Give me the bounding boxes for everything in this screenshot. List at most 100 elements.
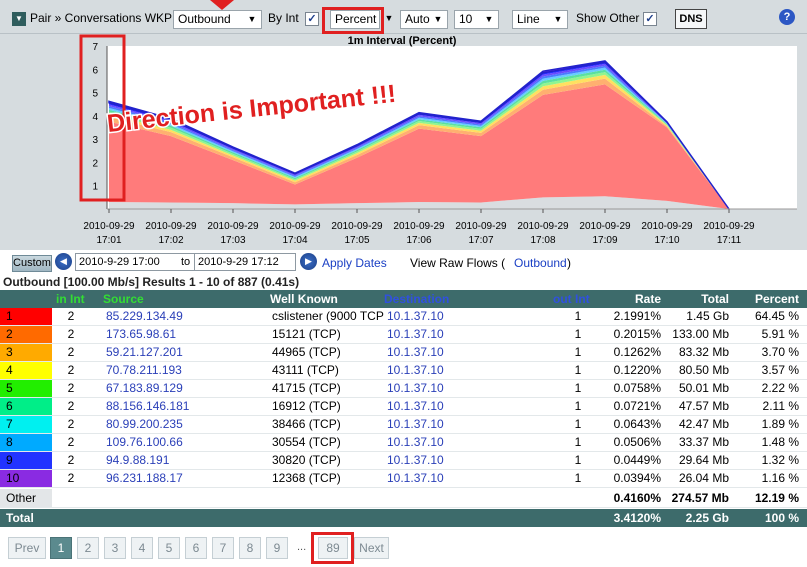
destination-link[interactable]: 10.1.37.10	[387, 470, 444, 487]
x-tick-label: 2010-09-29	[517, 221, 569, 232]
help-icon[interactable]: ?	[779, 9, 795, 25]
source-link[interactable]: 67.183.89.129	[106, 380, 183, 397]
header-out-int[interactable]: out Int	[553, 292, 590, 306]
header-well-known[interactable]: Well Known	[270, 292, 338, 306]
top-n-select[interactable]: 10 ▼	[454, 10, 499, 29]
destination-link[interactable]: 10.1.37.10	[387, 434, 444, 451]
other-label: Other	[0, 489, 52, 507]
page-button[interactable]: 3	[104, 537, 126, 559]
total-cell: 29.64 Mb	[678, 453, 729, 467]
out-int-cell: 1	[574, 363, 582, 377]
dns-button[interactable]: DNS	[675, 9, 707, 29]
in-int-cell: 2	[67, 363, 75, 377]
top-n-select-value: 10	[459, 12, 473, 26]
table-row[interactable]: 1 2 85.229.134.49 cslistener (9000 TCP 10.1.…	[0, 308, 807, 326]
page-button[interactable]: 5	[158, 537, 180, 559]
source-link[interactable]: 109.76.100.66	[106, 434, 183, 451]
total-cell: 26.04 Mb	[678, 471, 729, 485]
next-arrow-icon[interactable]: ▶	[300, 253, 317, 270]
table-row[interactable]: 6 2 88.156.146.181 16912 (TCP) 10.1.37.10 1 0.…	[0, 398, 807, 416]
table-row[interactable]: 5 2 67.183.89.129 41715 (TCP) 10.1.37.10 1 0.0…	[0, 380, 807, 398]
total-cell: 47.57 Mb	[678, 399, 729, 413]
rate-cell: 0.1262%	[613, 345, 661, 359]
source-link[interactable]: 88.156.146.181	[106, 398, 189, 415]
chart-style-select[interactable]: Line ▼	[512, 10, 568, 29]
page-button[interactable]: 2	[77, 537, 99, 559]
total-cell: 42.47 Mb	[678, 417, 729, 431]
y-tick-label: 2	[92, 158, 98, 169]
pagination: Prev 123456789 ... 89 Next	[0, 527, 807, 567]
table-row[interactable]: 4 2 70.78.211.193 43111 (TCP) 10.1.37.10 1 0.1…	[0, 362, 807, 380]
header-rate[interactable]: Rate	[635, 292, 661, 306]
page-button[interactable]: 9	[266, 537, 288, 559]
chevron-down-icon: ▼	[553, 14, 563, 24]
table-row[interactable]: 3 2 59.21.127.201 44965 (TCP) 10.1.37.10 1 0.1…	[0, 344, 807, 362]
in-int-cell: 2	[67, 417, 75, 431]
arrow-down-icon	[210, 0, 234, 10]
source-link[interactable]: 96.231.188.17	[106, 470, 183, 487]
interval-select[interactable]: Auto ▼	[400, 10, 448, 29]
source-link[interactable]: 94.9.88.191	[106, 452, 169, 469]
table-row[interactable]: 9 2 94.9.88.191 30820 (TCP) 10.1.37.10 1 0.044…	[0, 452, 807, 470]
in-int-cell: 2	[67, 453, 75, 467]
destination-link[interactable]: 10.1.37.10	[387, 344, 444, 361]
header-source[interactable]: Source	[103, 292, 144, 306]
destination-link[interactable]: 10.1.37.10	[387, 380, 444, 397]
show-other-checkbox[interactable]: ✓	[643, 12, 657, 26]
destination-link[interactable]: 10.1.37.10	[387, 452, 444, 469]
header-total[interactable]: Total	[701, 292, 729, 306]
out-int-cell: 1	[574, 327, 582, 341]
direction-select[interactable]: Outbound ▼	[173, 10, 262, 29]
table-row[interactable]: 8 2 109.76.100.66 30554 (TCP) 10.1.37.10 1 0.0…	[0, 434, 807, 452]
out-int-cell: 1	[574, 417, 582, 431]
interval-select-value: Auto	[405, 12, 430, 26]
out-int-cell: 1	[574, 399, 582, 413]
well-known-cell: 15121 (TCP)	[272, 327, 341, 341]
destination-link[interactable]: 10.1.37.10	[387, 308, 444, 325]
page-button[interactable]: 6	[185, 537, 207, 559]
header-destination[interactable]: Destination	[384, 292, 449, 306]
prev-page-button[interactable]: Prev	[8, 537, 46, 559]
apply-dates-link[interactable]: Apply Dates	[322, 256, 387, 270]
total-rate: 3.4120%	[613, 511, 661, 525]
source-link[interactable]: 80.99.200.235	[106, 416, 183, 433]
page-button[interactable]: 4	[131, 537, 153, 559]
source-link[interactable]: 85.229.134.49	[106, 308, 183, 325]
next-page-button[interactable]: Next	[354, 537, 389, 559]
collapse-toggle-icon[interactable]: ▼	[12, 12, 26, 26]
percent-cell: 1.16 %	[761, 471, 799, 485]
destination-link[interactable]: 10.1.37.10	[387, 416, 444, 433]
header-percent[interactable]: Percent	[755, 292, 799, 306]
in-int-cell: 2	[67, 309, 75, 323]
custom-button[interactable]: Custom	[12, 255, 52, 272]
percent-cell: 1.48 %	[761, 435, 799, 449]
page-button[interactable]: 8	[239, 537, 261, 559]
destination-link[interactable]: 10.1.37.10	[387, 398, 444, 415]
page-button[interactable]: 1	[50, 537, 72, 559]
total-label: Total	[6, 511, 34, 525]
well-known-cell: 44965 (TCP)	[272, 345, 341, 359]
x-tick-label: 2010-09-29	[83, 221, 135, 232]
prev-arrow-icon[interactable]: ◀	[55, 253, 72, 270]
page-button[interactable]: 7	[212, 537, 234, 559]
rate-cell: 0.0394%	[613, 471, 661, 485]
row-index-swatch: 1	[0, 308, 52, 325]
table-row[interactable]: 7 2 80.99.200.235 38466 (TCP) 10.1.37.10 1 0.0…	[0, 416, 807, 434]
destination-link[interactable]: 10.1.37.10	[387, 362, 444, 379]
table-row[interactable]: 10 2 96.231.188.17 12368 (TCP) 10.1.37.10 1 0.…	[0, 470, 807, 488]
source-link[interactable]: 70.78.211.193	[106, 362, 182, 379]
table-row[interactable]: 2 2 173.65.98.61 15121 (TCP) 10.1.37.10 1 0.20…	[0, 326, 807, 344]
x-tick-label: 17:07	[468, 235, 493, 246]
x-tick-label: 17:06	[406, 235, 431, 246]
by-int-checkbox[interactable]: ✓	[305, 12, 319, 26]
destination-link[interactable]: 10.1.37.10	[387, 326, 444, 343]
chevron-down-icon[interactable]: ▼	[383, 10, 395, 29]
in-int-cell: 2	[67, 381, 75, 395]
x-tick-label: 17:11	[717, 235, 742, 246]
header-in-int[interactable]: in Int	[56, 292, 85, 306]
end-date-input[interactable]: 2010-9-29 17:12	[194, 253, 296, 271]
total-cell: 33.37 Mb	[678, 435, 729, 449]
source-link[interactable]: 59.21.127.201	[106, 344, 183, 361]
source-link[interactable]: 173.65.98.61	[106, 326, 176, 343]
raw-flows-link[interactable]: Outbound	[514, 256, 567, 270]
